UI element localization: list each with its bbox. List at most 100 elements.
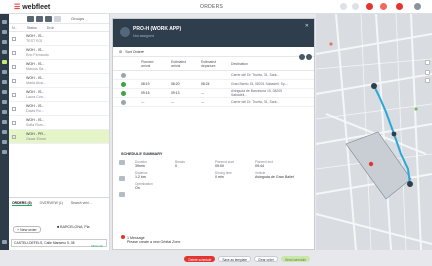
nav-routes-icon[interactable] <box>2 110 7 114</box>
row-text: WOH - IS... Erlo Fernando <box>26 48 49 57</box>
user-avatar-icon[interactable] <box>414 3 421 10</box>
row-text: WOH - IS... Marcus Sa... <box>26 62 46 71</box>
stop-marker-3[interactable] <box>391 131 397 137</box>
column-header-status[interactable]: Status <box>27 26 37 30</box>
row-title: WOH - IS... <box>26 47 45 52</box>
map-view[interactable] <box>316 14 432 250</box>
groups-toggle[interactable]: Groups <box>71 16 84 21</box>
list-bottom-panel: ORDERS (3) OVERVIEW (1) Search vehi... +… <box>9 197 109 250</box>
app-logo[interactable]: ☰ webfleet <box>14 3 50 11</box>
row-checkbox[interactable] <box>12 36 16 41</box>
column-header-driver[interactable]: Drdr <box>47 26 54 30</box>
order-row[interactable]: WOH - IS... Maria Alva... <box>9 74 109 88</box>
row-checkbox[interactable] <box>12 92 16 97</box>
stop-row[interactable]: Carrer del Dr. Trueta, 31, Sant... <box>113 71 314 80</box>
nav-tachograph-icon[interactable] <box>2 130 7 134</box>
row-checkbox[interactable] <box>12 134 16 139</box>
row-driver: TEST EOI <box>26 38 43 43</box>
row-title: WOH - IS... <box>26 89 45 94</box>
map-layers-icon[interactable] <box>425 60 430 65</box>
row-checkbox[interactable] <box>12 64 16 69</box>
zoom-out-icon[interactable] <box>425 78 430 83</box>
order-rows: WOH - IS... TEST EOI WOH - IS... Erlo Ferna… <box>9 32 109 144</box>
barcelona-label: BARCELONA, Pla <box>60 225 90 229</box>
help-icon[interactable] <box>352 3 359 10</box>
previous-arrow-icon[interactable] <box>299 54 305 60</box>
order-row[interactable]: WOH - PR... Oscar Elrom <box>9 130 109 144</box>
nav-logbook-icon[interactable] <box>2 120 7 124</box>
stop-row[interactable]: --- --- --- Carrer del Dr. Trueta, 31, Sant… <box>113 98 314 107</box>
poi-red-marker[interactable] <box>368 161 374 167</box>
grid-view-icon[interactable] <box>36 15 43 22</box>
row-driver: Laura Con... <box>26 94 46 99</box>
summary-cell: Breaks 0 <box>175 160 215 168</box>
alert-icon[interactable] <box>366 3 373 10</box>
column-header-no[interactable]: N.. <box>12 26 17 30</box>
save-template-button[interactable]: Save as template <box>218 256 251 262</box>
row-checkbox[interactable] <box>12 50 16 55</box>
warning-icon[interactable] <box>396 3 403 10</box>
stop-destination: Carrer del Dr. Trueta, 31, Sant... <box>231 100 280 104</box>
sort-icon[interactable] <box>54 15 61 22</box>
row-title: WOH - IS... <box>26 103 45 108</box>
order-row[interactable]: WOH - IS... Marcus Sa... <box>9 60 109 74</box>
nav-settings-icon[interactable] <box>2 150 7 154</box>
close-icon[interactable]: ✕ <box>305 23 309 29</box>
new-order-label: New order <box>20 228 37 232</box>
order-row[interactable]: WOH - IS... David Ro... <box>9 102 109 116</box>
stop-planned: 08:19 <box>141 82 150 86</box>
row-driver: Oscar Elrom <box>26 136 46 141</box>
nav-drivers-icon[interactable] <box>2 50 7 54</box>
nav-reports-icon[interactable] <box>2 70 7 74</box>
row-checkbox[interactable] <box>12 78 16 83</box>
nav-orders-icon[interactable] <box>2 60 7 64</box>
map-streets <box>316 14 432 250</box>
tab-overview[interactable]: OVERVIEW (1) <box>40 201 63 206</box>
row-checkbox[interactable] <box>12 120 16 125</box>
error-dot-icon <box>121 235 125 239</box>
row-driver: Maria Alva... <box>26 80 46 85</box>
stop-marker-2[interactable] <box>407 181 413 187</box>
nav-alarms-icon[interactable] <box>2 140 7 144</box>
filter-icon[interactable] <box>45 15 52 22</box>
address-item[interactable]: CASTELLDEFELS, Calle Mansero 5, 08 08 fr… <box>11 239 107 248</box>
stop-planned: --- <box>141 100 145 104</box>
row-text: WOH - IS... Sofia Rom... <box>26 118 46 127</box>
send-schedule-button[interactable]: Send schedule <box>280 256 310 262</box>
vehicle-search-input[interactable]: Search vehi... <box>71 201 92 206</box>
order-row[interactable]: WOH - IS... Laura Con... <box>9 88 109 102</box>
row-driver: Marcus Sa... <box>26 66 47 71</box>
row-text: WOH - PR... Oscar Elrom <box>26 132 46 141</box>
next-arrow-icon[interactable] <box>306 54 312 60</box>
order-row[interactable]: WOH - IS... Sofia Rom... <box>9 116 109 130</box>
stop-row[interactable]: 09:15 09:13 --- Avinguda de Barcelona 15, 0… <box>113 89 314 98</box>
nav-messages-icon[interactable] <box>2 80 7 84</box>
delete-schedule-button[interactable]: Delete schedule <box>184 256 216 262</box>
notification-icon[interactable] <box>340 3 347 10</box>
nav-places-icon[interactable] <box>2 90 7 94</box>
col-planned-arrival: Planned arrival <box>141 59 154 68</box>
order-row[interactable]: WOH - IS... Erlo Fernando <box>9 46 109 60</box>
new-order-button[interactable]: + New order <box>13 226 41 233</box>
list-view-icon[interactable] <box>27 15 34 22</box>
nav-areas-icon[interactable] <box>2 100 7 104</box>
poi-marker-b <box>414 107 418 111</box>
nav-home-icon[interactable] <box>2 20 7 24</box>
tab-orders[interactable]: ORDERS (3) <box>12 201 32 206</box>
summary-value: On <box>135 186 140 190</box>
stop-row[interactable]: 08:19 08:20 08:24 Gran Barrio 15, 08201 Sab… <box>113 80 314 89</box>
nav-map-icon[interactable] <box>2 30 7 34</box>
summary-value: 09:00 <box>215 164 224 168</box>
clear-order-button[interactable]: Clear order <box>253 256 278 262</box>
nav-collapse-icon[interactable] <box>2 240 7 244</box>
order-row[interactable]: WOH - IS... TEST EOI <box>9 32 109 46</box>
message-icon[interactable] <box>380 3 387 10</box>
stop-marker-1[interactable] <box>371 83 377 89</box>
stop-destination: Gran Barrio 15, 08201 Sabadell, Sp... <box>231 82 288 86</box>
row-checkbox[interactable] <box>12 106 16 111</box>
zoom-in-icon[interactable] <box>425 70 430 75</box>
sort-order-dropdown[interactable]: ⚙ Sort Order ▾ <box>113 47 314 57</box>
stop-departure: --- <box>201 91 205 95</box>
barcelona-location[interactable]: ■ BARCELONA, Pla <box>57 225 90 229</box>
nav-vehicles-icon[interactable] <box>2 40 7 44</box>
